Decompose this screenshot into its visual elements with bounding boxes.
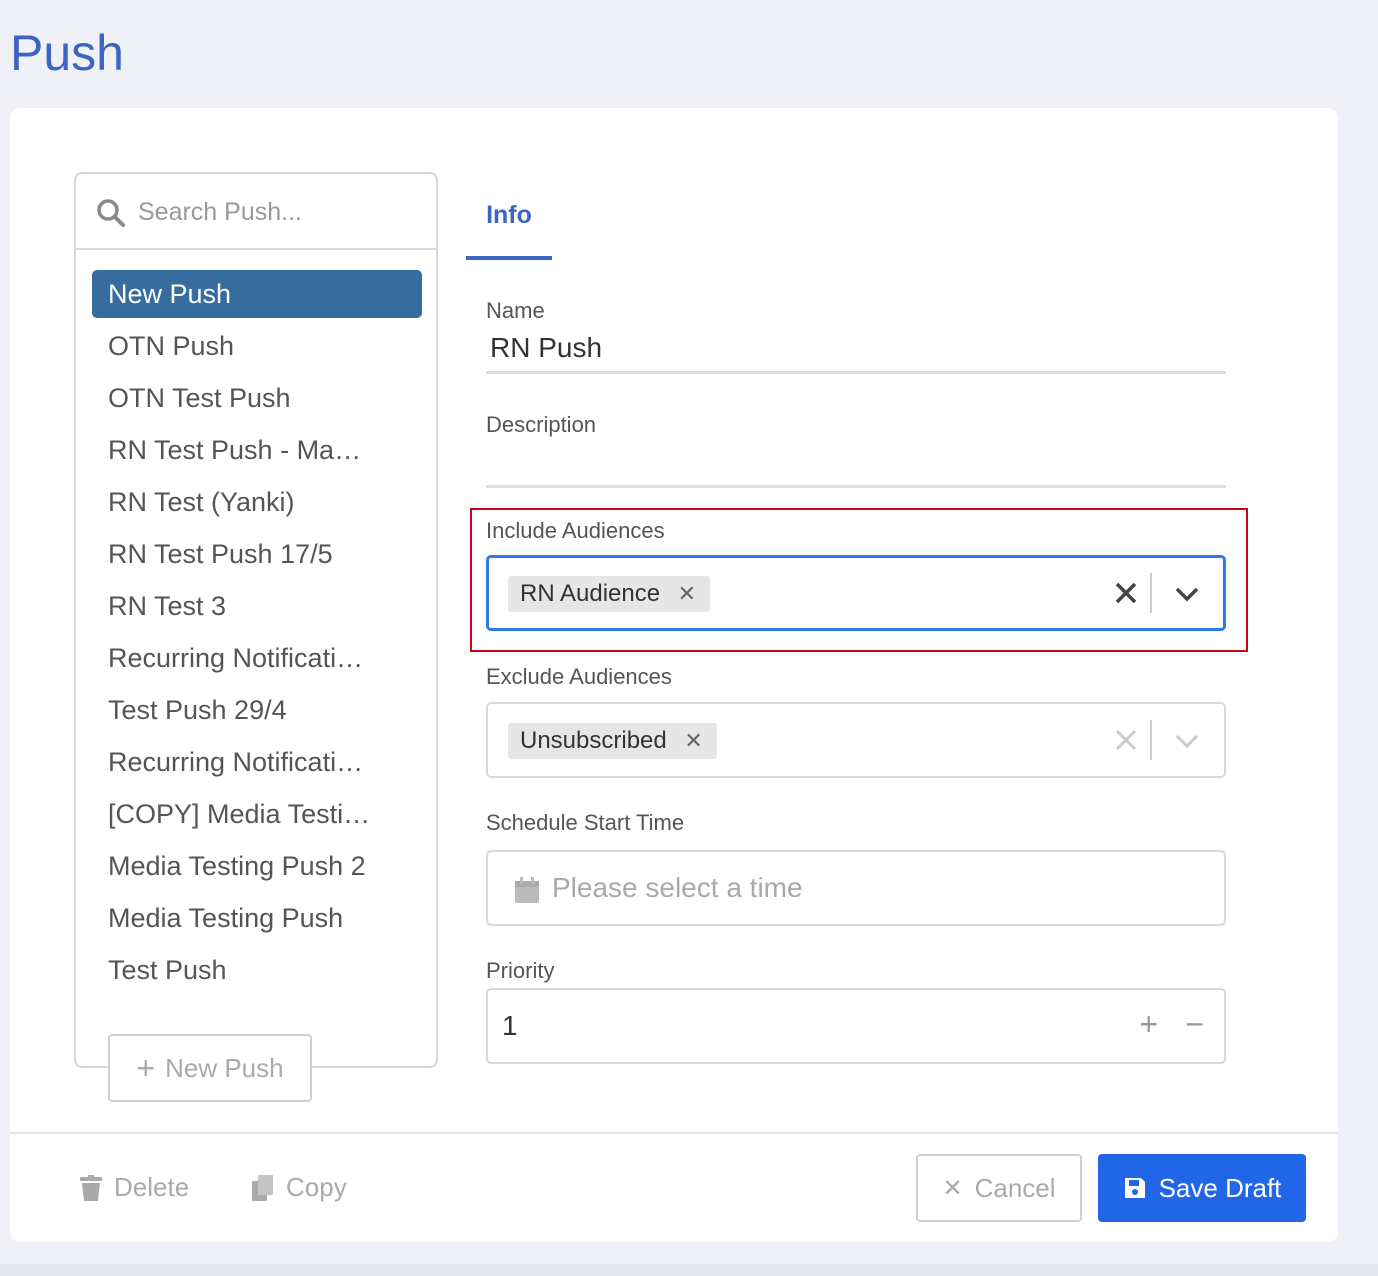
delete-button[interactable]: Delete <box>80 1172 189 1203</box>
save-draft-label: Save Draft <box>1158 1172 1282 1203</box>
priority-label: Priority <box>486 958 555 983</box>
decrement-icon[interactable]: − <box>1185 1006 1204 1043</box>
new-push-button-label: New Push <box>165 1052 284 1083</box>
list-item[interactable]: [COPY] Media Testi… <box>92 790 422 838</box>
push-list: New Push OTN Push OTN Test Push RN Test Pus… <box>92 270 422 998</box>
chevron-down-icon[interactable] <box>1174 732 1200 750</box>
name-label: Name <box>486 298 545 323</box>
list-item[interactable]: RN Test 3 <box>92 582 422 630</box>
priority-value[interactable]: 1 <box>502 1010 518 1042</box>
include-audiences-label: Include Audiences <box>486 518 665 543</box>
new-push-button[interactable]: + New Push <box>108 1034 312 1102</box>
save-draft-button[interactable]: Save Draft <box>1098 1154 1306 1222</box>
description-field[interactable] <box>486 442 1226 488</box>
chevron-down-icon[interactable] <box>1174 585 1200 603</box>
include-audience-chip: RN Audience ✕ <box>508 576 711 612</box>
footer-divider <box>10 1132 1338 1134</box>
list-item[interactable]: New Push <box>92 270 422 318</box>
description-label: Description <box>486 412 597 437</box>
schedule-start-time-picker[interactable]: Please select a time <box>486 850 1226 926</box>
clear-icon[interactable] <box>1114 581 1138 605</box>
list-item[interactable]: Test Push <box>92 946 422 994</box>
exclude-audience-chip-label: Unsubscribed <box>520 727 667 754</box>
bottom-strip <box>0 1264 1378 1276</box>
push-list-panel: New PushOTN PushOTN Test PushRN Test Pus… <box>74 172 438 1102</box>
trash-icon <box>80 1174 102 1201</box>
search-icon <box>97 199 125 227</box>
list-item[interactable]: Recurring Notificati… <box>92 634 422 682</box>
chip-remove-icon[interactable]: ✕ <box>684 723 702 759</box>
plus-icon: + <box>136 1050 156 1086</box>
search-bar <box>76 174 436 250</box>
copy-label: Copy <box>286 1172 347 1202</box>
list-item[interactable]: Test Push 29/4 <box>92 686 422 734</box>
save-icon <box>1124 1178 1145 1198</box>
list-item[interactable]: RN Test (Yanki) <box>92 478 422 526</box>
close-icon: ✕ <box>942 1174 963 1202</box>
list-item[interactable]: RN Test Push 17/5 <box>92 530 422 578</box>
exclude-audiences-label: Exclude Audiences <box>486 664 672 689</box>
clear-icon[interactable] <box>1114 728 1138 752</box>
main-card: New PushOTN PushOTN Test PushRN Test Pus… <box>10 108 1338 1242</box>
priority-stepper[interactable]: 1 + − <box>486 988 1226 1064</box>
schedule-start-time-label: Schedule Start Time <box>486 810 685 835</box>
include-audiences-select[interactable]: RN Audience ✕ <box>486 555 1226 631</box>
list-item[interactable]: RN Test Push - Ma… <box>92 426 422 474</box>
name-field[interactable]: RN Push <box>486 328 1226 374</box>
list-item[interactable]: Media Testing Push 2 <box>92 842 422 890</box>
include-audience-chip-label: RN Audience <box>520 580 661 607</box>
search-input[interactable] <box>138 192 418 232</box>
exclude-audience-chip: Unsubscribed ✕ <box>508 723 717 759</box>
page-title: Push <box>10 25 124 81</box>
list-item[interactable]: Media Testing Push <box>92 894 422 942</box>
list-item[interactable]: Recurring Notificati… <box>92 738 422 786</box>
cancel-button[interactable]: ✕ Cancel <box>916 1154 1082 1222</box>
select-separator <box>1150 720 1152 760</box>
delete-label: Delete <box>114 1172 190 1202</box>
cancel-label: Cancel <box>974 1172 1056 1203</box>
list-item[interactable]: OTN Test Push <box>92 374 422 422</box>
list-item[interactable]: OTN Push <box>92 322 422 370</box>
select-separator <box>1150 573 1152 613</box>
tab-info[interactable]: Info <box>466 190 552 260</box>
exclude-audiences-select[interactable]: Unsubscribed ✕ <box>486 702 1226 778</box>
chip-remove-icon[interactable]: ✕ <box>678 576 696 612</box>
calendar-icon <box>515 877 539 903</box>
copy-button[interactable]: Copy <box>252 1172 347 1203</box>
schedule-placeholder: Please select a time <box>552 872 803 903</box>
copy-icon <box>252 1174 273 1201</box>
increment-icon[interactable]: + <box>1139 1006 1158 1043</box>
